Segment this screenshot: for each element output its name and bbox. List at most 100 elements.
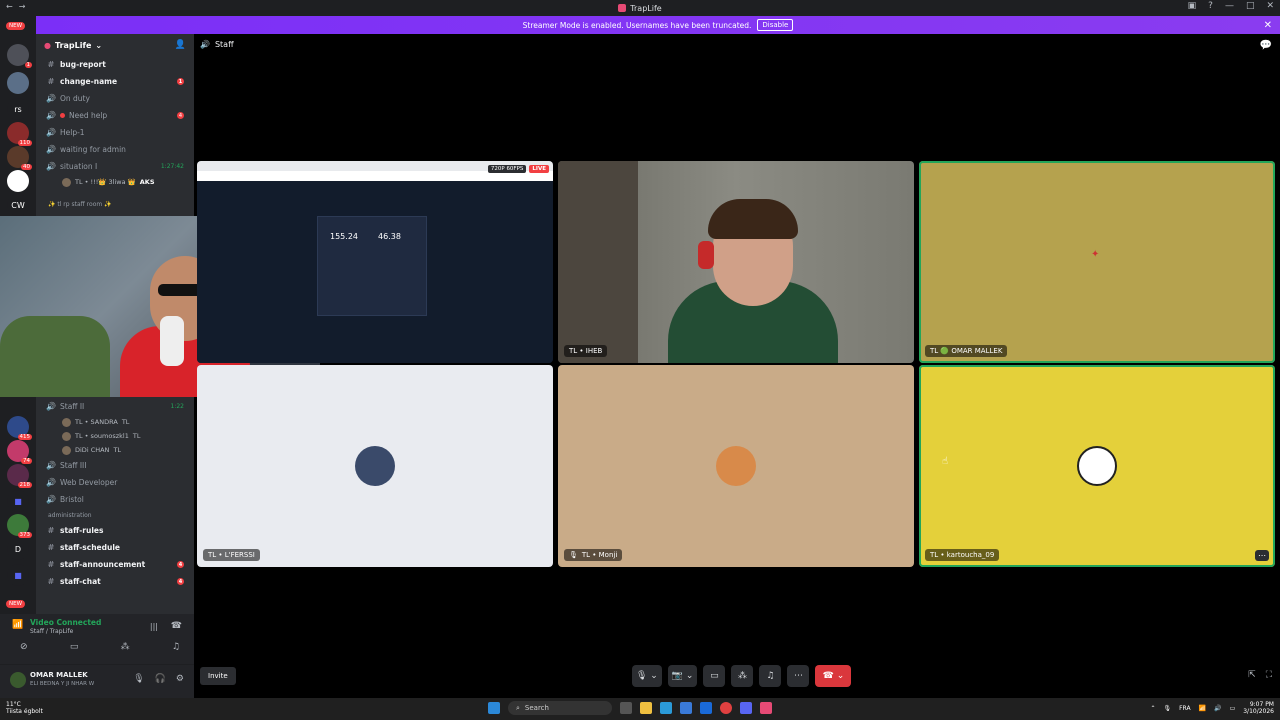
- server-header[interactable]: ● TrapLife ⌄ 👤: [36, 34, 194, 56]
- pop-out-icon[interactable]: ⇱: [1248, 670, 1256, 680]
- server-icon[interactable]: 110: [7, 122, 32, 146]
- close-banner-icon[interactable]: ✕: [1264, 20, 1272, 31]
- channel-staff-announcement[interactable]: # staff-announcement 4: [36, 556, 194, 573]
- category-administration[interactable]: administration: [36, 508, 194, 522]
- server-icon[interactable]: 373: [7, 514, 32, 538]
- server-icon[interactable]: CW: [7, 194, 29, 216]
- microphone-icon[interactable]: 🎙: [133, 674, 144, 684]
- voice-location[interactable]: Staff / TrapLife: [30, 628, 73, 635]
- tray-mic-icon[interactable]: 🎙: [1163, 705, 1171, 712]
- channel-bug-report[interactable]: # bug-report: [36, 56, 194, 73]
- file-explorer-icon[interactable]: [640, 702, 652, 714]
- camera-off-icon[interactable]: ⊘: [20, 642, 28, 652]
- channel-web-developer[interactable]: 🔊 Web Developer: [36, 474, 194, 491]
- channel-help-1[interactable]: 🔊 Help-1: [36, 124, 194, 141]
- inbox-icon[interactable]: ▣: [1188, 1, 1197, 11]
- forward-icon[interactable]: →: [19, 2, 26, 11]
- more-icon[interactable]: ⋯: [787, 665, 810, 687]
- discord-icon[interactable]: [740, 702, 752, 714]
- server-icon[interactable]: 415: [7, 416, 32, 440]
- disconnect-call-button[interactable]: ☎ ⌄: [815, 665, 852, 687]
- participant-tile-omar-mallek[interactable]: ✦ TL 🟢 OMAR MALLEK: [919, 161, 1275, 363]
- back-icon[interactable]: ←: [6, 2, 13, 11]
- close-window-icon[interactable]: ✕: [1266, 1, 1274, 11]
- disconnect-icon[interactable]: ☎: [171, 621, 182, 631]
- channel-on-duty[interactable]: 🔊 On duty: [36, 90, 194, 107]
- avatar[interactable]: [10, 672, 26, 688]
- voice-status[interactable]: Video Connected: [30, 618, 101, 627]
- channel-bristol[interactable]: 🔊 Bristol: [36, 491, 194, 508]
- voice-user[interactable]: DiDi CHAN TL: [36, 443, 194, 457]
- folder-icon[interactable]: ■: [7, 490, 29, 512]
- channel-name: Staff: [214, 40, 234, 49]
- windows-start-icon[interactable]: [488, 702, 500, 714]
- activities-icon[interactable]: ⁂: [121, 642, 130, 652]
- channel-staff-iii[interactable]: 🔊 Staff III: [36, 457, 194, 474]
- user-name[interactable]: OMAR MALLEK: [30, 671, 88, 679]
- task-view-icon[interactable]: [620, 702, 632, 714]
- voice-user[interactable]: TL • !!!👑 3liwa 👑 AKS: [36, 175, 194, 189]
- taskbar-search[interactable]: ⌕ Search: [508, 701, 612, 715]
- help-icon[interactable]: ?: [1208, 1, 1213, 11]
- add-user-icon[interactable]: 👤: [175, 40, 186, 50]
- server-icon[interactable]: 1: [7, 44, 32, 68]
- server-icon[interactable]: [7, 170, 29, 192]
- server-icon[interactable]: D: [7, 538, 29, 560]
- mail-icon[interactable]: [700, 702, 712, 714]
- disable-streamer-mode-button[interactable]: Disable: [757, 19, 794, 31]
- server-name: TrapLife: [54, 40, 92, 50]
- chat-icon[interactable]: 💬: [1260, 40, 1272, 51]
- screenshare-tile[interactable]: 155.24 46.38 720P 60FPS LIVE: [197, 161, 553, 363]
- language-indicator[interactable]: FRA: [1179, 705, 1190, 712]
- voice-user[interactable]: TL • soumoszkl1 TL: [36, 429, 194, 443]
- server-icon[interactable]: 74: [7, 440, 32, 464]
- signal-icon[interactable]: 📶: [12, 620, 23, 630]
- server-icon[interactable]: [7, 72, 29, 94]
- nav-arrows[interactable]: ← →: [6, 2, 25, 11]
- participant-tile-monji[interactable]: 🎙 TL • Monji: [558, 365, 914, 567]
- settings-gear-icon[interactable]: ⚙: [176, 674, 184, 684]
- microphone-toggle-icon[interactable]: 🎙 ⌄: [632, 665, 662, 687]
- channel-staff-rules[interactable]: # staff-rules: [36, 522, 194, 539]
- noise-suppression-icon[interactable]: |||: [150, 622, 158, 631]
- invite-button[interactable]: Invite: [200, 667, 236, 685]
- soundboard-icon[interactable]: ♫: [759, 665, 782, 687]
- server-icon[interactable]: 218: [7, 464, 32, 488]
- fullscreen-icon[interactable]: ⛶: [1266, 670, 1272, 680]
- chrome-icon[interactable]: [720, 702, 732, 714]
- participant-tile-lferssi[interactable]: TL • L'FERSSI: [197, 365, 553, 567]
- server-icon[interactable]: rs: [7, 98, 29, 120]
- channel-need-help[interactable]: 🔊 Need help 4: [36, 107, 194, 124]
- volume-icon[interactable]: 🔊: [1214, 705, 1221, 712]
- channel-staff-ii[interactable]: 🔊 Staff II 1:22: [36, 398, 194, 415]
- headphones-icon[interactable]: 🎧: [155, 674, 166, 684]
- battery-icon[interactable]: ▭: [1230, 705, 1236, 712]
- participant-tile-kartoucha[interactable]: TL • kartoucha_09 ⋯: [919, 365, 1275, 567]
- category-staff-room[interactable]: ✨ tl rp staff room ✨: [36, 197, 194, 211]
- mention-badge: 4: [177, 561, 184, 568]
- edge-icon[interactable]: [660, 702, 672, 714]
- minimize-icon[interactable]: —: [1225, 1, 1234, 11]
- activities-icon[interactable]: ⁂: [731, 665, 754, 687]
- channel-staff-chat[interactable]: # staff-chat 4: [36, 573, 194, 590]
- channel-change-name[interactable]: # change-name 1: [36, 73, 194, 90]
- server-icon[interactable]: 40: [7, 146, 32, 170]
- store-icon[interactable]: [680, 702, 692, 714]
- tray-chevron-icon[interactable]: ⌃: [1150, 705, 1155, 712]
- voice-user[interactable]: TL • SANDRA TL: [36, 415, 194, 429]
- channel-situation-i[interactable]: 🔊 situation I 1:27:42: [36, 158, 194, 175]
- more-options-icon[interactable]: ⋯: [1255, 550, 1269, 561]
- wifi-icon[interactable]: 📶: [1199, 705, 1206, 712]
- folder-icon[interactable]: ■: [7, 564, 29, 586]
- channel-staff-schedule[interactable]: # staff-schedule: [36, 539, 194, 556]
- camera-toggle-icon[interactable]: 📷 ⌄: [667, 665, 698, 687]
- screen-share-icon[interactable]: ▭: [703, 665, 726, 687]
- weather-widget[interactable]: 11°C Tiista égbolt: [6, 701, 43, 715]
- screen-share-icon[interactable]: ▭: [70, 642, 79, 652]
- clock[interactable]: 9:07 PM 3/10/2026: [1243, 701, 1274, 715]
- soundboard-icon[interactable]: ♫: [172, 642, 180, 652]
- channel-waiting-for-admin[interactable]: 🔊 waiting for admin: [36, 141, 194, 158]
- maximize-icon[interactable]: □: [1246, 1, 1255, 11]
- traplife-icon[interactable]: [760, 702, 772, 714]
- participant-tile-iheb[interactable]: TL • IHEB: [558, 161, 914, 363]
